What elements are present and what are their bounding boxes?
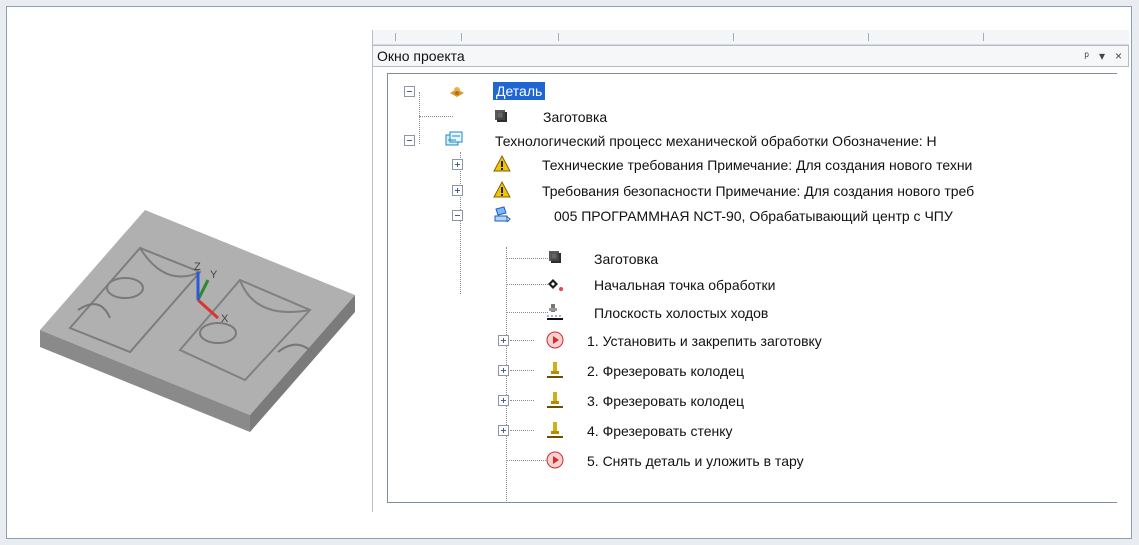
tree-item-step-3[interactable]: 3. Фрезеровать колодец	[498, 389, 898, 413]
tree-item-blank[interactable]: Заготовка	[404, 105, 644, 129]
tree-item-process[interactable]: Технологический процесс механической обр…	[404, 129, 1117, 153]
tree-label-step-1: 1. Установить и закрепить заготовку	[587, 333, 822, 349]
tree-label-operation: 005 ПРОГРАММНАЯ NCT-90, Обрабатывающий ц…	[554, 208, 953, 224]
project-window-titlebar: Окно проекта ᵖ ▾ ×	[373, 45, 1129, 67]
tree-label-start-point: Начальная точка обработки	[594, 277, 776, 293]
top-ruler	[373, 30, 1129, 45]
tree-expander[interactable]	[498, 425, 509, 436]
z-axis-label: Z	[194, 261, 201, 273]
tree-expander[interactable]	[404, 86, 415, 97]
tree-item-idle-plane[interactable]: Плоскость холостых ходов	[498, 301, 858, 325]
tree-connector	[510, 430, 534, 431]
part-icon	[447, 82, 467, 102]
part-3d-icon[interactable]: X Y Z	[30, 200, 360, 440]
project-window: Окно проекта ᵖ ▾ × Деталь Заготовка Техн…	[372, 30, 1129, 512]
warning-icon	[492, 154, 512, 174]
tree-connector	[510, 370, 534, 371]
tree-expander[interactable]	[452, 185, 463, 196]
tree-item-operation[interactable]: 005 ПРОГРАММНАЯ NCT-90, Обрабатывающий ц…	[452, 204, 1117, 228]
blank-icon	[492, 107, 512, 127]
machine-tool-icon	[492, 205, 512, 225]
tree-label-step-2: 2. Фрезеровать колодец	[587, 363, 744, 379]
tree-item-step-4[interactable]: 4. Фрезеровать стенку	[498, 419, 898, 443]
milling-icon	[545, 360, 565, 380]
tree-item-step-5[interactable]: 5. Снять деталь и уложить в тару	[498, 449, 948, 473]
tree-expander[interactable]	[452, 210, 463, 221]
tree-label-idle-plane: Плоскость холостых ходов	[594, 305, 769, 321]
project-tree: Деталь Заготовка Технологический процесс…	[387, 73, 1117, 503]
tree-item-operation-blank[interactable]: Заготовка	[498, 247, 818, 271]
tree-item-technical-requirements[interactable]: Технические требования Примечание: Для с…	[452, 153, 1117, 177]
y-axis-label: Y	[210, 269, 218, 281]
tree-label-step-4: 4. Фрезеровать стенку	[587, 423, 733, 439]
tree-expander[interactable]	[498, 365, 509, 376]
tree-label-blank: Заготовка	[543, 109, 608, 125]
titlebar-actions: ᵖ ▾ ×	[1084, 49, 1122, 63]
tree-item-step-2[interactable]: 2. Фрезеровать колодец	[498, 359, 898, 383]
tree-item-safety-requirements[interactable]: Требования безопасности Примечание: Для …	[452, 179, 1117, 203]
tree-item-step-1[interactable]: 1. Установить и закрепить заготовку	[498, 329, 948, 353]
tree-label-step-5: 5. Снять деталь и уложить в тару	[587, 453, 804, 469]
tree-connector	[510, 340, 534, 341]
tree-label-process: Технологический процесс механической обр…	[495, 133, 937, 149]
pin-icon[interactable]: ᵖ	[1084, 49, 1089, 63]
close-icon[interactable]: ×	[1115, 49, 1122, 63]
start-point-icon	[545, 274, 565, 294]
play-step-icon	[545, 450, 565, 470]
tree-label-part: Деталь	[493, 82, 546, 100]
tree-item-part[interactable]: Деталь	[404, 80, 624, 104]
tree-connector	[510, 400, 534, 401]
project-window-title: Окно проекта	[377, 48, 465, 64]
idle-plane-icon	[545, 302, 565, 322]
tree-expander[interactable]	[498, 395, 509, 406]
blank-icon	[546, 248, 566, 268]
tree-item-start-point[interactable]: Начальная точка обработки	[498, 273, 858, 297]
tree-expander[interactable]	[404, 135, 415, 146]
3d-model-viewport[interactable]: X Y Z	[30, 200, 360, 440]
milling-icon	[545, 420, 565, 440]
tree-label-step-3: 3. Фрезеровать колодец	[587, 393, 744, 409]
tree-expander[interactable]	[498, 335, 509, 346]
chevron-down-icon[interactable]: ▾	[1099, 49, 1105, 63]
milling-icon	[545, 390, 565, 410]
warning-icon	[492, 180, 512, 200]
play-step-icon	[545, 330, 565, 350]
tree-label-safety-requirements: Требования безопасности Примечание: Для …	[542, 183, 975, 199]
x-axis-label: X	[221, 313, 229, 325]
tree-expander[interactable]	[452, 159, 463, 170]
process-icon	[444, 130, 464, 150]
tree-label-technical-requirements: Технические требования Примечание: Для с…	[542, 157, 973, 173]
tree-label-operation-blank: Заготовка	[594, 251, 659, 267]
